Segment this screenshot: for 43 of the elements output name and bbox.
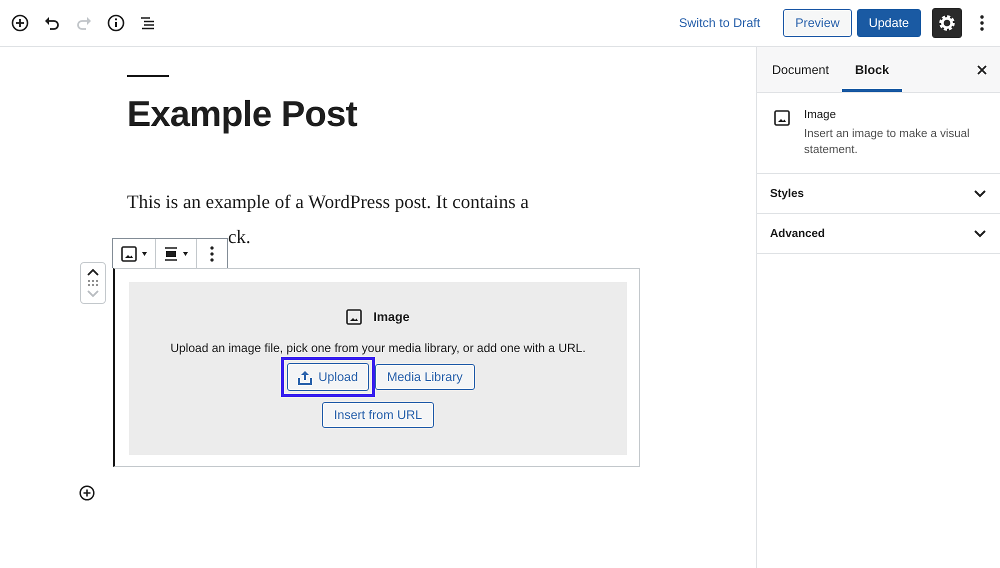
close-icon xyxy=(977,64,987,74)
settings-button[interactable] xyxy=(932,8,962,38)
caret-icon xyxy=(183,252,188,256)
chevron-down-icon xyxy=(973,188,987,198)
image-icon xyxy=(346,309,362,325)
undo-icon xyxy=(44,15,60,31)
preview-button[interactable]: Preview xyxy=(783,9,852,37)
settings-icon xyxy=(938,14,956,32)
block-title: Image xyxy=(804,109,837,121)
move-up-button[interactable] xyxy=(87,268,99,276)
list-icon xyxy=(140,16,156,30)
image-icon xyxy=(121,246,137,262)
drag-handle-icon xyxy=(88,280,98,286)
block-label: Image xyxy=(373,310,410,324)
paragraph-text: ck. xyxy=(228,228,251,247)
update-button[interactable]: Update xyxy=(856,9,921,37)
post-title[interactable]: Example Post xyxy=(127,96,756,132)
sidebar-tab[interactable]: Document xyxy=(759,47,842,92)
info-icon xyxy=(107,14,125,32)
add-icon xyxy=(79,485,95,501)
upload-icon xyxy=(298,370,312,384)
placeholder-button[interactable]: Media Library xyxy=(374,364,475,390)
panel-header[interactable]: Styles xyxy=(757,174,1000,214)
placeholder-button[interactable]: Insert from URL xyxy=(322,402,434,428)
chevron-down-icon xyxy=(87,290,99,298)
more-icon xyxy=(980,15,984,31)
chevron-up-icon xyxy=(87,268,99,276)
switch-to-draft-link[interactable]: Switch to Draft xyxy=(678,12,760,34)
panel-header[interactable]: Advanced xyxy=(757,214,1000,254)
add-icon xyxy=(11,14,29,32)
more-icon xyxy=(210,246,214,262)
caret-icon xyxy=(142,252,147,256)
align-icon xyxy=(164,246,178,260)
redo-icon xyxy=(76,15,92,31)
upload-button[interactable]: Upload xyxy=(281,357,375,397)
block-description: Insert an image to make a visual statement. xyxy=(804,127,971,158)
paragraph-text: This is an example of a WordPress post. It contains a xyxy=(127,193,530,212)
chevron-down-icon xyxy=(973,228,987,238)
instructions-text: Upload an image file, pick one from your media library, or add one with a URL. xyxy=(170,341,586,355)
title-separator xyxy=(127,75,169,77)
sidebar-tab[interactable]: Block xyxy=(842,47,902,92)
add-block-button[interactable] xyxy=(79,485,95,501)
image-icon xyxy=(774,110,790,126)
